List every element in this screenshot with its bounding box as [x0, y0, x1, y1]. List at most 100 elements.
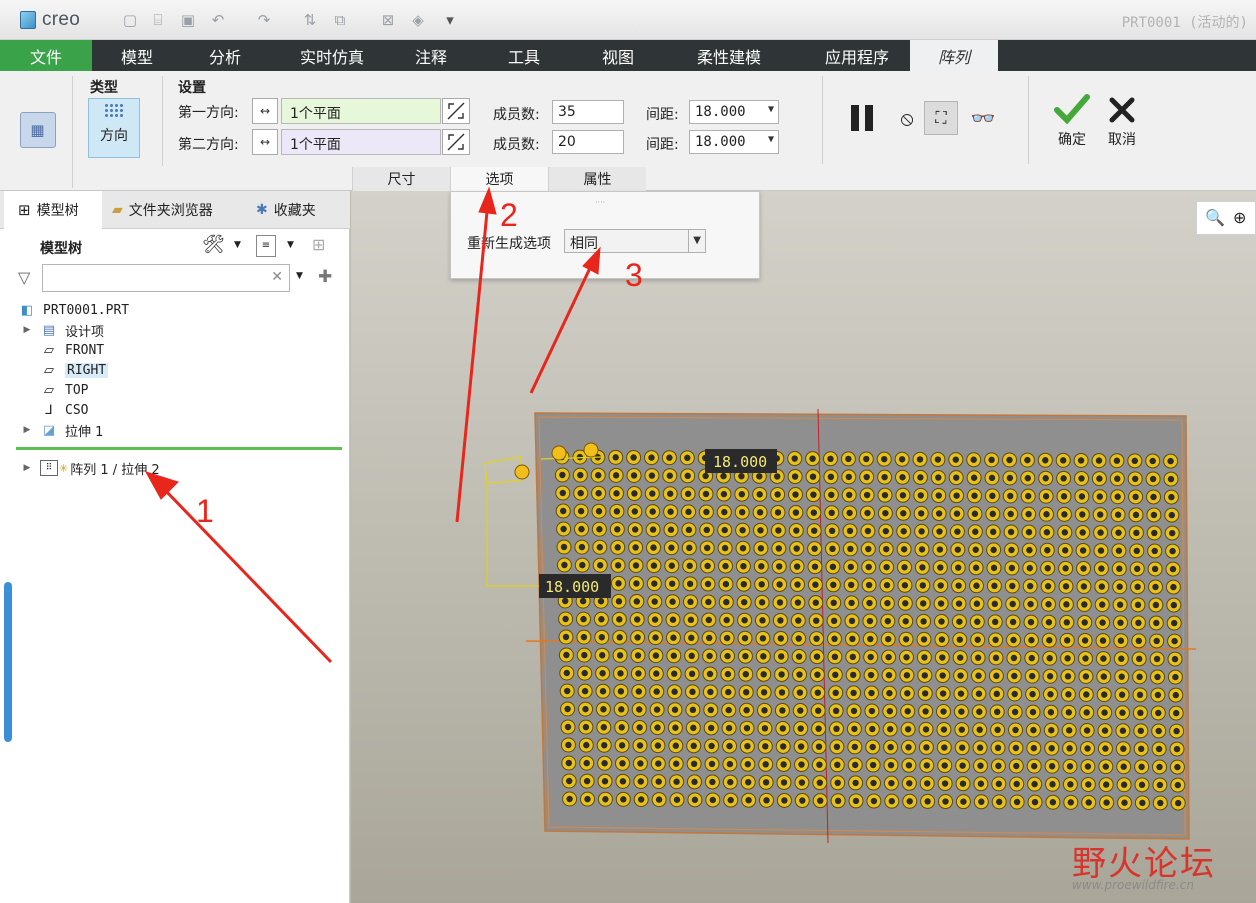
- tree-item-csys[interactable]: ⅃ CSO: [40, 400, 88, 420]
- pattern-member-hole: [1134, 565, 1141, 573]
- menu-applications[interactable]: 应用程序: [804, 40, 910, 71]
- tree-columns-icon[interactable]: ⊞: [312, 235, 325, 254]
- members-input-2[interactable]: 20: [552, 130, 624, 154]
- drag-handle[interactable]: [514, 464, 530, 480]
- tree-item-part[interactable]: ◧ PRT0001.PRT: [18, 300, 129, 320]
- flip-first-direction-icon[interactable]: ↔: [252, 98, 278, 124]
- tab-model-tree[interactable]: ⊞ 模型树: [18, 191, 79, 229]
- verify-mode-icon[interactable]: 👓: [966, 101, 1000, 135]
- pattern-type-direction-button[interactable]: 方向: [88, 98, 140, 158]
- new-file-icon[interactable]: ▢: [120, 11, 140, 29]
- pattern-member-hole: [637, 760, 644, 767]
- second-direction-flip-icon[interactable]: [442, 129, 470, 155]
- pattern-member-hole: [881, 473, 888, 481]
- pattern-member-hole: [1060, 493, 1068, 500]
- menu-analysis[interactable]: 分析: [182, 40, 268, 71]
- pattern-member-hole: [1095, 457, 1103, 464]
- pattern-member-hole: [1081, 619, 1088, 626]
- menu-file[interactable]: 文件: [0, 40, 92, 71]
- pattern-member-hole: [633, 598, 640, 605]
- feature-preview-icon[interactable]: ⛶: [924, 101, 958, 135]
- save-icon[interactable]: ▣: [178, 11, 198, 29]
- tree-item-extrude-1[interactable]: ▶ ◪ 拉伸 1: [22, 420, 104, 440]
- expand-icon[interactable]: ▶: [22, 463, 32, 473]
- clear-search-icon[interactable]: ✕: [271, 269, 283, 285]
- panel-scroll-handle[interactable]: [4, 582, 12, 742]
- close-window-icon[interactable]: ⊠: [378, 11, 398, 29]
- pattern-member-hole: [1131, 457, 1138, 465]
- pattern-member-hole: [703, 508, 710, 516]
- members-input-1[interactable]: 35: [552, 100, 624, 124]
- tab-properties[interactable]: 属性: [548, 167, 646, 191]
- drag-handle[interactable]: [551, 445, 567, 461]
- menu-model[interactable]: 模型: [92, 40, 182, 71]
- no-preview-icon[interactable]: ⦸: [890, 101, 924, 135]
- menu-flexible-modeling[interactable]: 柔性建模: [654, 40, 804, 71]
- pattern-member-hole: [781, 797, 788, 804]
- pattern-member-hole: [1064, 637, 1071, 644]
- menu-annotate[interactable]: 注释: [396, 40, 466, 71]
- dropdown-arrow-icon[interactable]: ▼: [296, 271, 303, 281]
- tree-item-design-items[interactable]: ▶ ▤ 设计项: [22, 320, 104, 340]
- pause-icon[interactable]: [845, 101, 879, 135]
- pattern-member-hole: [846, 491, 853, 499]
- pattern-member-hole: [849, 635, 856, 643]
- expand-icon[interactable]: ▶: [22, 425, 32, 435]
- second-direction-reference[interactable]: 1个平面: [281, 129, 441, 155]
- dropdown-arrow-icon[interactable]: ▼: [234, 240, 241, 250]
- tab-favorites[interactable]: ✱ 收藏夹: [256, 191, 316, 229]
- pattern-member-hole: [724, 652, 731, 660]
- spacing-label-2: 间距:: [646, 137, 679, 153]
- tree-item-top[interactable]: ▱ TOP: [40, 380, 88, 400]
- pattern-member-hole: [959, 744, 966, 751]
- dropdown-arrow-icon[interactable]: ▼: [287, 240, 294, 250]
- menu-pattern[interactable]: 阵列: [910, 40, 998, 71]
- redo-icon[interactable]: ↷: [254, 11, 274, 29]
- customize-toolbar-icon[interactable]: ▾: [440, 11, 460, 29]
- drag-handle[interactable]: [583, 442, 599, 458]
- tab-dimensions[interactable]: 尺寸: [352, 167, 450, 191]
- members-label-1: 成员数:: [493, 107, 540, 123]
- menu-view[interactable]: 视图: [582, 40, 654, 71]
- menu-tools[interactable]: 工具: [466, 40, 582, 71]
- pattern-member-hole: [758, 563, 765, 570]
- tree-item-right[interactable]: ▱ RIGHT: [40, 360, 109, 380]
- pattern-member-hole: [828, 509, 835, 516]
- first-direction-flip-icon[interactable]: [442, 98, 470, 124]
- regen-option-select[interactable]: 相同 ▼: [564, 229, 706, 253]
- spacing-combo-1[interactable]: 18.000 ▼: [689, 100, 779, 124]
- pattern-member-hole: [780, 779, 788, 786]
- undo-icon[interactable]: ↶: [208, 11, 228, 29]
- flip-second-direction-icon[interactable]: ↔: [252, 129, 278, 155]
- pattern-member-hole: [1025, 492, 1032, 500]
- pattern-member-hole: [1136, 655, 1143, 663]
- regenerate-icon[interactable]: ⇅: [300, 11, 320, 29]
- tab-options[interactable]: 选项: [450, 167, 548, 191]
- windows-icon[interactable]: ⧉: [330, 11, 350, 29]
- ok-button[interactable]: 确定: [1050, 94, 1094, 154]
- pattern-member-hole: [1060, 475, 1067, 482]
- add-filter-icon[interactable]: ✚: [318, 267, 332, 287]
- pattern-member-hole: [852, 779, 859, 787]
- tree-show-icon[interactable]: ≡: [256, 235, 276, 257]
- first-direction-reference[interactable]: 1个平面: [281, 98, 441, 124]
- tree-search-input[interactable]: ✕: [42, 264, 290, 292]
- pattern-member-hole: [1114, 493, 1121, 500]
- pattern-member-hole: [761, 707, 768, 714]
- pattern-member-hole: [1151, 529, 1158, 537]
- expand-icon[interactable]: ▶: [22, 325, 32, 335]
- tree-item-front[interactable]: ▱ FRONT: [40, 340, 104, 360]
- pattern-member-hole: [900, 546, 908, 553]
- spacing-combo-2[interactable]: 18.000 ▼: [689, 130, 779, 154]
- pattern-member-hole: [952, 456, 959, 463]
- tree-item-pattern-1[interactable]: ▶ ⠿ ✳ 阵列 1 / 拉伸 2: [22, 458, 160, 478]
- open-file-icon[interactable]: ⌸: [148, 11, 168, 29]
- tree-settings-icon[interactable]: 🛠: [202, 234, 225, 255]
- model-graphics[interactable]: 18.000 18.000: [351, 191, 1256, 903]
- display-style-icon[interactable]: ◈: [408, 11, 428, 29]
- tab-folder-browser[interactable]: ▰ 文件夹浏览器: [112, 191, 213, 229]
- filter-icon[interactable]: ▽: [18, 268, 30, 287]
- cancel-button[interactable]: 取消: [1100, 94, 1144, 154]
- menu-simulation[interactable]: 实时仿真: [268, 40, 396, 71]
- pattern-member-hole: [1067, 781, 1074, 788]
